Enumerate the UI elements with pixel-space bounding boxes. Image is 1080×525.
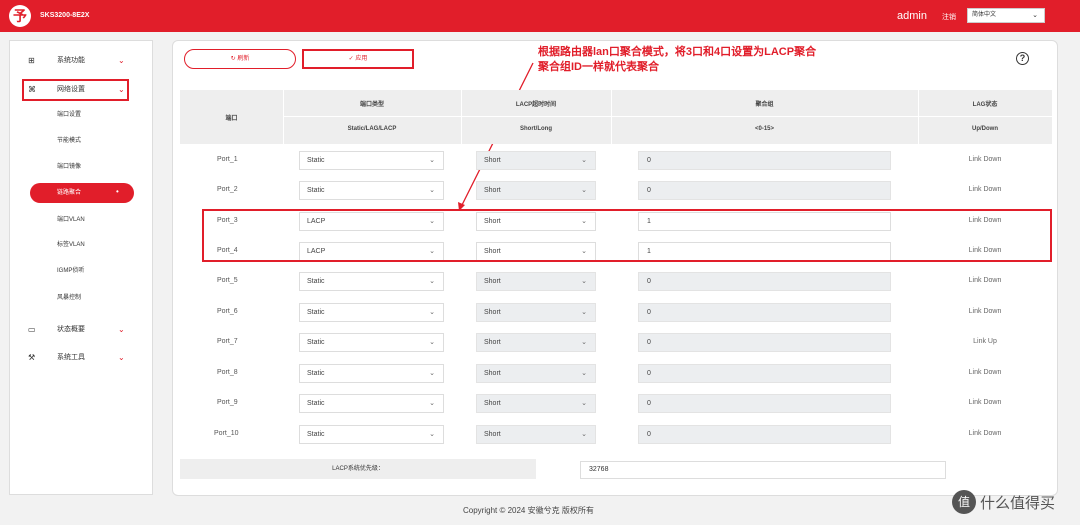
lacp-priority-label: LACP系统优先级：	[180, 459, 536, 479]
watermark-text: 什么值得买	[980, 495, 1056, 512]
chevron-down-icon: ⌄	[581, 400, 587, 407]
select-value: Short	[484, 339, 501, 346]
chevron-down-icon: ⌄	[581, 309, 587, 316]
lacp-timeout-select[interactable]: Short ⌄	[476, 151, 596, 170]
group-id-input[interactable]: 0	[638, 303, 891, 322]
col-header-group-sub: <0-15>	[754, 126, 775, 132]
lag-status: Link Down	[968, 399, 1002, 406]
lacp-timeout-select[interactable]: Short ⌄	[476, 394, 596, 413]
port-name: Port_8	[217, 369, 238, 376]
select-value: Static	[307, 431, 325, 438]
chevron-down-icon: ⌄	[581, 278, 587, 285]
select-value: Static	[307, 187, 325, 194]
lacp-timeout-select[interactable]: Short ⌄	[476, 272, 596, 291]
group-id-input[interactable]: 0	[638, 364, 891, 383]
port-name: Port_10	[214, 430, 239, 437]
lag-status: Link Down	[968, 277, 1002, 284]
group-id-input[interactable]: 0	[638, 394, 891, 413]
lag-status: Link Up	[973, 338, 997, 345]
lacp-timeout-select[interactable]: Short ⌄	[476, 364, 596, 383]
chevron-down-icon: ⌄	[581, 157, 587, 164]
col-header-type: 端口类型	[359, 102, 384, 108]
select-value: Static	[307, 309, 325, 316]
select-value: Short	[484, 157, 501, 164]
annotation-arrow	[458, 62, 534, 211]
select-value: Static	[307, 400, 325, 407]
lag-status: Link Down	[968, 156, 1002, 163]
watermark-logo: 值	[952, 490, 976, 514]
port-type-select[interactable]: Static ⌄	[299, 333, 444, 352]
select-value: Short	[484, 278, 501, 285]
chevron-down-icon: ⌄	[429, 309, 435, 316]
copyright: Copyright © 2024 安徽兮克 版权所有	[463, 506, 594, 515]
port-name: Port_7	[217, 338, 238, 345]
port-type-select[interactable]: Static ⌄	[299, 394, 444, 413]
port-name: Port_9	[217, 399, 238, 406]
select-value: Short	[484, 370, 501, 377]
chevron-down-icon: ⌄	[581, 370, 587, 377]
port-type-select[interactable]: Static ⌄	[299, 151, 444, 170]
chevron-down-icon: ⌄	[581, 431, 587, 438]
port-name: Port_6	[217, 308, 238, 315]
select-value: Short	[484, 309, 501, 316]
port-type-select[interactable]: Static ⌄	[299, 364, 444, 383]
select-value: Short	[484, 187, 501, 194]
lacp-timeout-select[interactable]: Short ⌄	[476, 303, 596, 322]
select-value: Static	[307, 370, 325, 377]
select-value: Static	[307, 157, 325, 164]
lacp-timeout-select[interactable]: Short ⌄	[476, 333, 596, 352]
col-header-group: 聚合组	[755, 102, 774, 108]
lag-status: Link Down	[968, 308, 1002, 315]
chevron-down-icon: ⌄	[429, 339, 435, 346]
port-type-select[interactable]: Static ⌄	[299, 272, 444, 291]
group-id-input[interactable]: 0	[638, 272, 891, 291]
port-type-select[interactable]: Static ⌄	[299, 425, 444, 444]
col-header-type-sub: Static/LAG/LACP	[347, 126, 397, 132]
col-header-lacp-timeout-sub: Short/Long	[520, 126, 552, 132]
chevron-down-icon: ⌄	[429, 370, 435, 377]
lag-status: Link Down	[968, 186, 1002, 193]
col-header-lag-status-sub: Up/Down	[972, 126, 998, 132]
port-type-select[interactable]: Static ⌄	[299, 181, 444, 200]
highlight-box-lacp-rows	[202, 209, 1052, 262]
lag-status: Link Down	[968, 430, 1002, 437]
chevron-down-icon: ⌄	[581, 187, 587, 194]
lacp-timeout-select[interactable]: Short ⌄	[476, 425, 596, 444]
chevron-down-icon: ⌄	[429, 400, 435, 407]
group-id-input[interactable]: 0	[638, 333, 891, 352]
port-name: Port_5	[217, 277, 238, 284]
select-value: Short	[484, 431, 501, 438]
chevron-down-icon: ⌄	[429, 431, 435, 438]
port-type-select[interactable]: Static ⌄	[299, 303, 444, 322]
chevron-down-icon: ⌄	[429, 278, 435, 285]
col-header-lag-status: LAG状态	[972, 102, 998, 108]
col-header-lacp-timeout: LACP超时时间	[515, 102, 557, 108]
select-value: Short	[484, 400, 501, 407]
port-name: Port_2	[217, 186, 238, 193]
select-value: Static	[307, 278, 325, 285]
lacp-timeout-select[interactable]: Short ⌄	[476, 181, 596, 200]
chevron-down-icon: ⌄	[581, 339, 587, 346]
group-id-input[interactable]: 0	[638, 181, 891, 200]
group-id-input[interactable]: 0	[638, 151, 891, 170]
chevron-down-icon: ⌄	[429, 187, 435, 194]
col-header-port: 端口	[225, 116, 238, 122]
select-value: Static	[307, 339, 325, 346]
group-id-input[interactable]: 0	[638, 425, 891, 444]
port-name: Port_1	[217, 156, 238, 163]
chevron-down-icon: ⌄	[429, 157, 435, 164]
lacp-priority-input[interactable]: 32768	[580, 461, 946, 479]
lag-status: Link Down	[968, 369, 1002, 376]
header-divider	[283, 116, 1052, 117]
